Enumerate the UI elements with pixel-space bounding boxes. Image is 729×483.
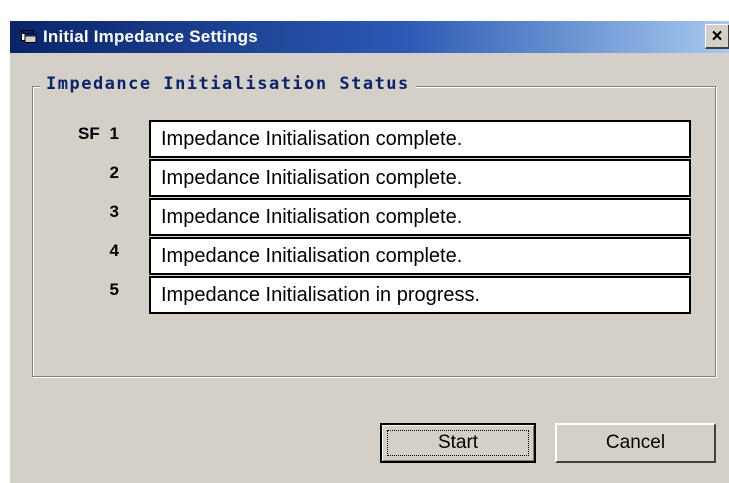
focus-rectangle xyxy=(387,430,529,456)
status-field-5: Impedance Initialisation in progress. xyxy=(149,276,691,314)
title-bar[interactable]: Initial Impedance Settings × xyxy=(10,21,729,53)
sf-number-3: 3 xyxy=(109,202,119,221)
sf-number-1: 1 xyxy=(109,124,119,143)
sf-number-2: 2 xyxy=(109,163,119,182)
status-field-1: Impedance Initialisation complete. xyxy=(149,120,691,158)
groupbox-legend: Impedance Initialisation Status xyxy=(40,74,416,94)
cancel-button-label: Cancel xyxy=(605,432,666,453)
sf-label: SF xyxy=(78,124,100,143)
cancel-button[interactable]: Cancel xyxy=(555,423,716,463)
status-field-3: Impedance Initialisation complete. xyxy=(149,198,691,236)
app-window-icon xyxy=(21,30,37,43)
dialog-window: Initial Impedance Settings × Impedance I… xyxy=(9,20,729,483)
start-button[interactable]: Start xyxy=(380,423,536,463)
window-title: Initial Impedance Settings xyxy=(43,27,258,46)
close-icon: × xyxy=(711,25,723,47)
status-field-4: Impedance Initialisation complete. xyxy=(149,237,691,275)
sf-number-5: 5 xyxy=(109,280,119,299)
status-field-2: Impedance Initialisation complete. xyxy=(149,159,691,197)
sf-number-4: 4 xyxy=(109,241,119,260)
close-button[interactable]: × xyxy=(705,24,729,49)
